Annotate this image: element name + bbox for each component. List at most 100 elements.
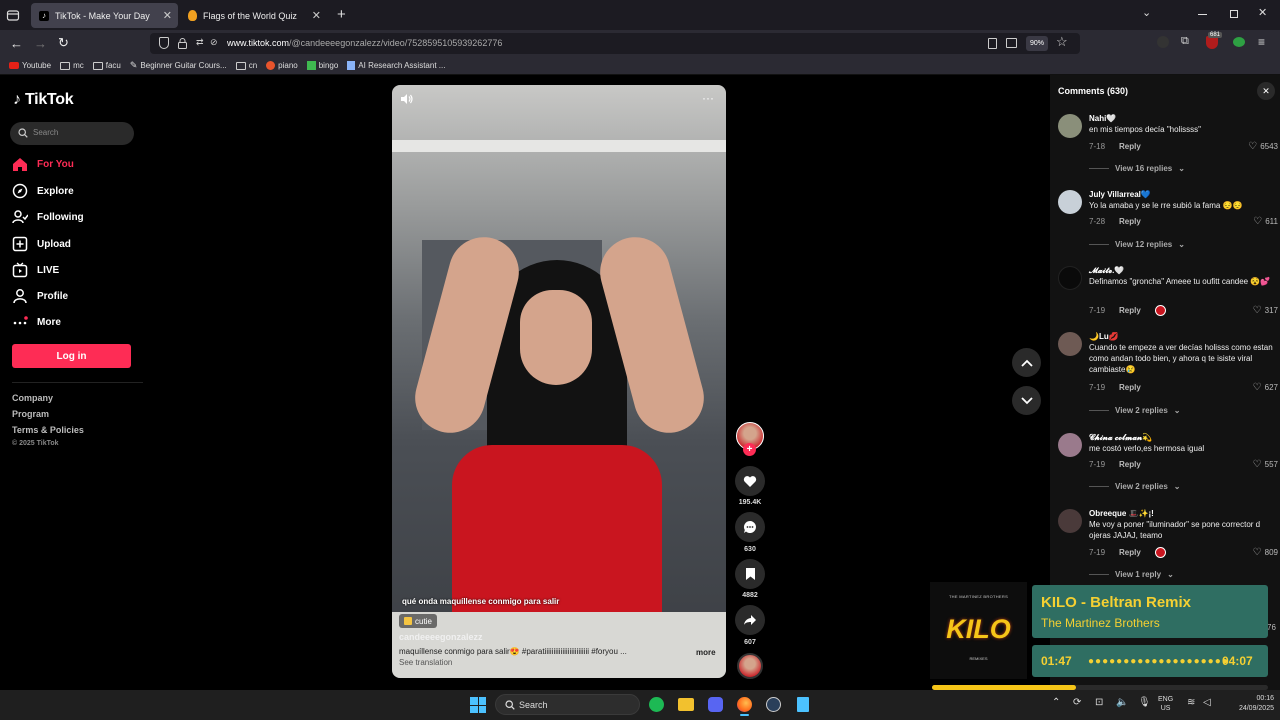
nav-live[interactable]: LIVE [12, 259, 59, 281]
permissions-icon[interactable]: ⇄ [196, 37, 204, 48]
bookmark-star-icon[interactable]: ☆ [1056, 34, 1068, 50]
comment-like-button[interactable]: ♡ 611 [1253, 216, 1278, 227]
description-more-link[interactable]: more [696, 648, 716, 657]
footer-program[interactable]: Program [12, 409, 49, 419]
nav-following[interactable]: Following [12, 206, 84, 228]
forward-icon[interactable]: → [34, 36, 47, 51]
reply-button[interactable]: Reply [1119, 306, 1141, 315]
comment-like-button[interactable]: ♡ 627 [1253, 382, 1278, 393]
nav-for-you[interactable]: For You [12, 153, 74, 175]
view-replies-button[interactable]: View 2 replies ⌄ [1089, 482, 1180, 491]
bookmark-youtube[interactable]: Youtube [9, 61, 51, 70]
speaker-tray-icon[interactable]: 🔈 [1116, 697, 1128, 708]
track-info-card[interactable]: KILO - Beltran Remix The Martinez Brothe… [1032, 585, 1268, 638]
bookmark-facu[interactable]: facu [92, 61, 121, 70]
tab-list-icon[interactable] [6, 8, 20, 22]
footer-company[interactable]: Company [12, 393, 53, 403]
firefox-icon[interactable] [737, 697, 752, 712]
close-tab-icon[interactable]: ✕ [163, 9, 172, 22]
reply-button[interactable]: Reply [1119, 142, 1141, 151]
volume-tray-icon[interactable]: ◁ [1203, 697, 1211, 708]
comment-avatar[interactable] [1058, 114, 1082, 138]
comment-avatar[interactable] [1058, 509, 1082, 533]
tab-tiktok[interactable]: ♪ TikTok - Make Your Day ✕ [31, 3, 178, 28]
view-replies-button[interactable]: View 1 reply ⌄ [1089, 570, 1174, 579]
bookmark-piano[interactable]: piano [266, 61, 298, 70]
comment-author[interactable]: July Villarreal💙 [1089, 190, 1151, 199]
comment-like-button[interactable]: ♡ 6543 [1248, 141, 1278, 152]
steam-icon[interactable] [766, 697, 781, 712]
extensions-puzzle-icon[interactable]: ⧉ [1181, 35, 1189, 48]
nav-upload[interactable]: Upload [12, 233, 71, 255]
like-button[interactable] [735, 466, 765, 496]
login-button[interactable]: Log in [12, 344, 131, 368]
spotify-icon[interactable] [649, 697, 664, 712]
start-button[interactable] [470, 697, 486, 713]
green-eye-extension-icon[interactable] [1233, 37, 1245, 47]
close-comments-button[interactable]: ✕ [1257, 82, 1275, 100]
share-button[interactable] [735, 605, 765, 635]
comment-author[interactable]: Obreeque 🎩✨¡! [1089, 509, 1154, 518]
minimize-icon[interactable] [1198, 14, 1207, 15]
view-replies-button[interactable]: View 12 replies ⌄ [1089, 240, 1185, 249]
file-explorer-icon[interactable] [678, 698, 694, 711]
previous-video-button[interactable] [1012, 348, 1041, 377]
discord-icon[interactable] [708, 697, 723, 712]
taskbar-search-box[interactable]: Search [495, 694, 640, 715]
next-video-button[interactable] [1012, 386, 1041, 415]
bookmark-ai-research[interactable]: AI Research Assistant ... [347, 61, 445, 70]
shield-icon[interactable] [159, 37, 169, 49]
comment-button[interactable] [735, 512, 765, 542]
url-bar[interactable]: ⇄ ⊘ www.tiktok.com/@candeeeegonzalezz/vi… [150, 33, 1080, 54]
comment-like-button[interactable]: ♡ 557 [1253, 459, 1278, 470]
zoom-level[interactable]: 90% [1026, 36, 1048, 51]
view-replies-button[interactable]: View 16 replies ⌄ [1089, 164, 1185, 173]
network-tray-icon[interactable]: ⊡ [1095, 697, 1103, 708]
reply-button[interactable]: Reply [1119, 460, 1141, 469]
tab-overflow-chevron-icon[interactable]: ⌄ [1142, 6, 1151, 19]
comment-author[interactable]: 𝓜𝓪𝓲𝓽𝓮.🤍 [1089, 266, 1124, 276]
back-icon[interactable]: ← [10, 36, 23, 51]
volume-icon[interactable] [400, 93, 414, 105]
comment-avatar[interactable] [1058, 332, 1082, 356]
comment-avatar[interactable] [1058, 266, 1082, 290]
bookmark-mc[interactable]: mc [60, 61, 84, 70]
new-tab-icon[interactable]: + [337, 6, 346, 23]
view-replies-button[interactable]: View 2 replies ⌄ [1089, 406, 1180, 415]
restore-icon[interactable] [1230, 10, 1238, 18]
url-text[interactable]: www.tiktok.com/@candeeeegonzalezz/video/… [227, 38, 502, 48]
language-indicator[interactable]: ENG US [1158, 695, 1173, 713]
close-tab-icon[interactable]: ✕ [312, 9, 321, 22]
video-player[interactable]: ··· qué onda maquíllense conmigo para sa… [392, 85, 726, 678]
comment-avatar[interactable] [1058, 190, 1082, 214]
save-button[interactable] [735, 559, 765, 589]
bookmark-bingo[interactable]: bingo [306, 61, 338, 70]
reader-view-icon[interactable] [988, 38, 997, 49]
comment-author[interactable]: 🌙Lu💋 [1089, 332, 1119, 341]
comment-author[interactable]: 𝓒𝓱𝓲𝓷𝓪 𝓬𝓸𝓵𝓶𝓪𝓷💫 [1089, 433, 1152, 443]
album-art[interactable]: THE MARTINEZ BROTHERS KILO REMIXES [930, 582, 1027, 679]
notepad-icon[interactable] [797, 697, 809, 712]
menu-icon[interactable]: ≡ [1258, 35, 1265, 49]
lock-icon[interactable] [178, 38, 187, 49]
microphone-icon[interactable]: 🎙 [1138, 697, 1151, 708]
clock[interactable]: 00:16 24/09/2025 [1222, 694, 1274, 714]
comment-author[interactable]: Nahi🤍 [1089, 114, 1116, 123]
screenshot-icon[interactable] [1006, 38, 1017, 48]
video-options-icon[interactable]: ··· [702, 91, 714, 105]
tab-flags-quiz[interactable]: Flags of the World Quiz ✕ [180, 3, 327, 28]
reply-button[interactable]: Reply [1119, 548, 1141, 557]
tag-pill[interactable]: cutie [399, 614, 437, 628]
sync-icon[interactable]: ⟳ [1073, 697, 1081, 708]
search-box[interactable]: Search [10, 122, 134, 145]
extension-icon[interactable] [1157, 36, 1169, 48]
camera-off-icon[interactable]: ⊘ [210, 37, 218, 48]
reply-button[interactable]: Reply [1119, 217, 1141, 226]
comment-avatar[interactable] [1058, 433, 1082, 457]
comment-like-button[interactable]: ♡ 809 [1253, 547, 1278, 558]
wifi-icon[interactable]: ≋ [1187, 697, 1195, 708]
video-username[interactable]: candeeeegonzalezz [399, 632, 483, 642]
footer-terms[interactable]: Terms & Policies [12, 425, 84, 435]
nav-profile[interactable]: Profile [12, 285, 68, 307]
close-window-icon[interactable]: ✕ [1258, 6, 1267, 19]
